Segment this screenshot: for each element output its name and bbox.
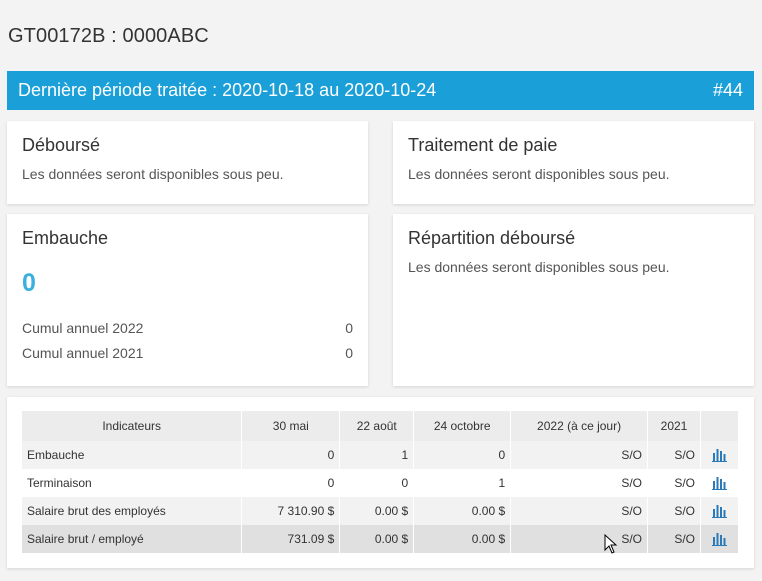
column-header[interactable]: Indicateurs xyxy=(22,411,243,441)
indicator-name: Salaire brut / employé xyxy=(22,525,243,553)
table-cell: 0.00 $ xyxy=(339,497,415,525)
repartition-card-message: Les données seront disponibles sous peu. xyxy=(408,259,670,275)
embauche-count: 0 xyxy=(22,269,36,297)
column-header[interactable]: 2021 xyxy=(647,411,701,441)
indicator-name: Embauche xyxy=(22,441,243,469)
page-title: GT00172B : 0000ABC xyxy=(8,25,209,47)
traitement-card: Traitement de paie Les données seront di… xyxy=(393,121,754,204)
table-cell: 1 xyxy=(339,441,415,469)
table-row: Salaire brut des employés 7 310.90 $ 0.0… xyxy=(22,497,740,525)
table-cell: 0 xyxy=(241,441,341,469)
mouse-cursor-icon xyxy=(604,534,618,554)
indicator-name: Terminaison xyxy=(22,469,243,497)
debourse-card-title: Déboursé xyxy=(22,135,101,155)
table-cell: S/O xyxy=(647,525,701,553)
table-cell: S/O xyxy=(510,469,649,497)
column-header[interactable]: 2022 (à ce jour) xyxy=(510,411,649,441)
bar-chart-icon[interactable] xyxy=(711,448,727,463)
table-row: Salaire brut / employé 731.09 $ 0.00 $ 0… xyxy=(22,525,740,553)
table-cell: 0 xyxy=(413,441,512,469)
indicators-panel: Indicateurs 30 mai 22 août 24 octobre 20… xyxy=(7,397,754,568)
table-cell: S/O xyxy=(647,497,701,525)
table-cell: 0.00 $ xyxy=(413,497,512,525)
chart-link[interactable] xyxy=(700,497,740,525)
period-label: Dernière période traitée : 2020-10-18 au… xyxy=(18,80,437,100)
embauche-card-title: Embauche xyxy=(22,228,109,248)
table-cell: 0 xyxy=(241,469,341,497)
chart-link[interactable] xyxy=(700,441,740,469)
cumul-row: Cumul annuel 2022 0 xyxy=(22,316,353,341)
repartition-card-title: Répartition déboursé xyxy=(408,228,576,248)
cumul-value: 0 xyxy=(345,320,353,336)
indicators-table: Indicateurs 30 mai 22 août 24 octobre 20… xyxy=(22,411,740,553)
table-cell: S/O xyxy=(647,469,701,497)
debourse-card-message: Les données seront disponibles sous peu. xyxy=(22,166,284,182)
column-header[interactable]: 22 août xyxy=(339,411,415,441)
table-cell: S/O xyxy=(510,525,649,553)
cumul-value: 0 xyxy=(345,345,353,361)
column-header-icon xyxy=(700,411,740,441)
bar-chart-icon[interactable] xyxy=(711,532,727,547)
table-cell: 731.09 $ xyxy=(241,525,341,553)
traitement-card-message: Les données seront disponibles sous peu. xyxy=(408,166,670,182)
table-cell: S/O xyxy=(510,497,649,525)
table-row: Terminaison 0 0 1 S/O S/O xyxy=(22,469,740,497)
bar-chart-icon[interactable] xyxy=(711,504,727,519)
debourse-card: Déboursé Les données seront disponibles … xyxy=(7,121,368,204)
table-cell: 0.00 $ xyxy=(339,525,415,553)
chart-link[interactable] xyxy=(700,469,740,497)
chart-link[interactable] xyxy=(700,525,740,553)
cumul-row: Cumul annuel 2021 0 xyxy=(22,341,353,366)
traitement-card-title: Traitement de paie xyxy=(408,135,558,155)
table-cell: 0.00 $ xyxy=(413,525,512,553)
table-row: Embauche 0 1 0 S/O S/O xyxy=(22,441,740,469)
cumul-label: Cumul annuel 2021 xyxy=(22,345,144,361)
column-header[interactable]: 24 octobre xyxy=(413,411,512,441)
table-cell: 1 xyxy=(413,469,512,497)
repartition-card: Répartition déboursé Les données seront … xyxy=(393,214,754,386)
cumul-label: Cumul annuel 2022 xyxy=(22,320,144,336)
table-cell: 7 310.90 $ xyxy=(241,497,341,525)
table-cell: S/O xyxy=(510,441,649,469)
bar-chart-icon[interactable] xyxy=(711,476,727,491)
table-cell: 0 xyxy=(339,469,415,497)
column-header[interactable]: 30 mai xyxy=(241,411,341,441)
table-cell: S/O xyxy=(647,441,701,469)
period-number: #44 xyxy=(712,80,743,100)
table-header-row: Indicateurs 30 mai 22 août 24 octobre 20… xyxy=(22,411,740,441)
indicator-name: Salaire brut des employés xyxy=(22,497,243,525)
embauche-card: Embauche 0 Cumul annuel 2022 0 Cumul ann… xyxy=(7,214,368,386)
period-banner: Dernière période traitée : 2020-10-18 au… xyxy=(7,71,754,110)
